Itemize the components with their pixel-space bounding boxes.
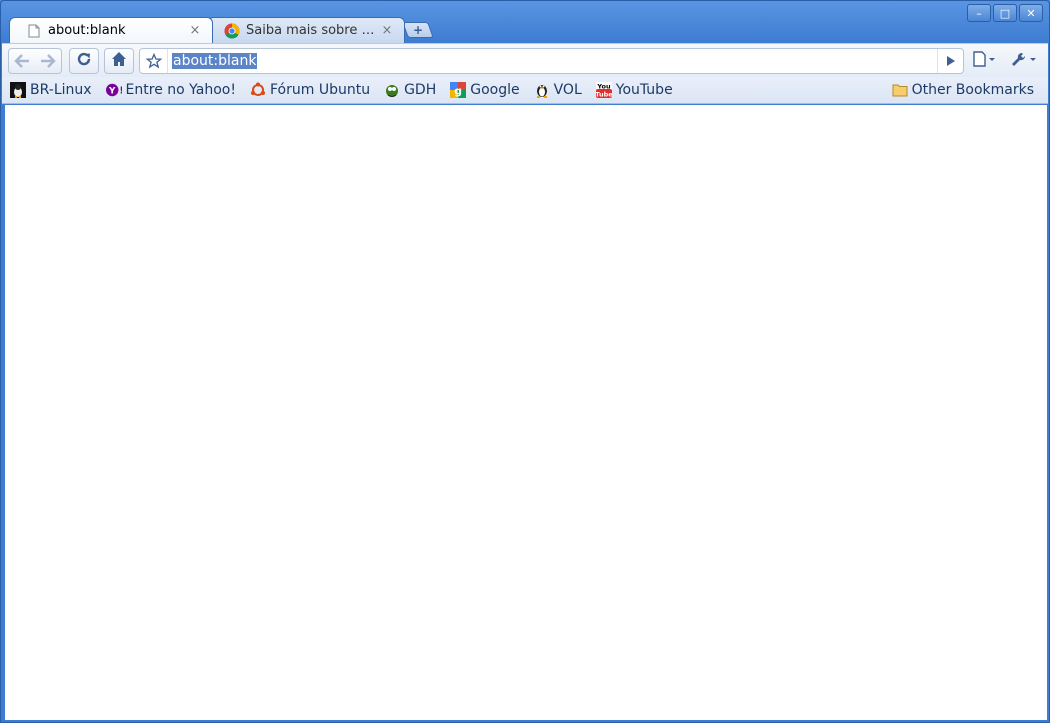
omnibox[interactable]: about:blank (139, 48, 964, 74)
browser-window: about:blank × Saiba mais sobre o Google … (0, 0, 1050, 723)
folder-icon (892, 82, 908, 98)
bookmark-youtube[interactable]: You Tube YouTube (588, 79, 679, 101)
bookmark-yahoo[interactable]: Y! Entre no Yahoo! (98, 79, 242, 101)
bookmark-label: GDH (404, 82, 437, 98)
new-tab-button[interactable]: + (402, 22, 434, 38)
bookmark-google[interactable]: g Google (442, 79, 525, 101)
back-icon[interactable] (9, 54, 35, 68)
back-forward-group (8, 48, 62, 74)
reload-button[interactable] (69, 48, 99, 74)
bookmark-vol[interactable]: VOL (526, 79, 588, 101)
bookmark-br-linux[interactable]: BR-Linux (2, 79, 98, 101)
navigation-toolbar: about:blank (2, 43, 1048, 77)
tab-saiba-mais[interactable]: Saiba mais sobre o Google Chrome × (207, 17, 405, 43)
bookmark-forum-ubuntu[interactable]: Fórum Ubuntu (242, 79, 376, 101)
window-controls: – □ ✕ (967, 4, 1043, 22)
tab-title: about:blank (48, 23, 126, 38)
yahoo-icon: Y! (105, 82, 122, 98)
home-icon (111, 51, 127, 71)
page-menu-icon (972, 51, 998, 71)
page-content[interactable] (5, 105, 1047, 720)
minimize-button[interactable]: – (967, 4, 991, 22)
google-icon: g (450, 82, 467, 98)
page-icon (26, 23, 42, 39)
home-button[interactable] (104, 48, 134, 74)
bookmark-label: BR-Linux (30, 82, 92, 98)
go-icon[interactable] (937, 49, 963, 73)
reload-icon (76, 51, 92, 71)
svg-text:Y: Y (108, 87, 116, 97)
bookmark-label: Google (470, 82, 520, 98)
forward-icon[interactable] (35, 54, 61, 68)
gdh-icon (384, 82, 400, 98)
svg-text:Tube: Tube (596, 91, 612, 99)
maximize-button[interactable]: □ (993, 4, 1017, 22)
svg-text:!: ! (119, 86, 122, 97)
bookmarks-bar: BR-Linux Y! Entre no Yahoo! Fórum Ubuntu… (2, 77, 1048, 104)
wrench-icon (1010, 51, 1040, 71)
bookmark-label: Entre no Yahoo! (125, 82, 236, 98)
bookmark-label: VOL (553, 82, 582, 98)
youtube-icon: You Tube (595, 82, 612, 99)
wrench-menu-button[interactable] (1006, 48, 1044, 74)
bookmark-label: Fórum Ubuntu (269, 82, 371, 98)
bookmark-label: YouTube (615, 82, 673, 98)
svg-text:g: g (454, 85, 462, 98)
star-icon[interactable] (140, 49, 168, 73)
other-bookmarks-button[interactable]: Other Bookmarks (884, 79, 1040, 101)
close-window-button[interactable]: ✕ (1019, 4, 1043, 22)
tab-strip: about:blank × Saiba mais sobre o Google … (1, 1, 1049, 43)
plus-icon: + (412, 23, 424, 37)
ubuntu-icon (250, 82, 266, 98)
page-menu-button[interactable] (968, 48, 1002, 74)
tab-about-blank[interactable]: about:blank × (9, 17, 213, 43)
chrome-icon (224, 23, 240, 39)
tab-title: Saiba mais sobre o Google Chrome (246, 23, 376, 38)
url-text[interactable]: about:blank (172, 53, 258, 69)
other-bookmarks-label: Other Bookmarks (911, 82, 1034, 98)
tux-icon (534, 82, 550, 98)
close-tab-icon[interactable]: × (188, 23, 202, 38)
tux-icon (10, 82, 26, 98)
bookmark-gdh[interactable]: GDH (376, 79, 442, 101)
close-tab-icon[interactable]: × (380, 23, 394, 38)
